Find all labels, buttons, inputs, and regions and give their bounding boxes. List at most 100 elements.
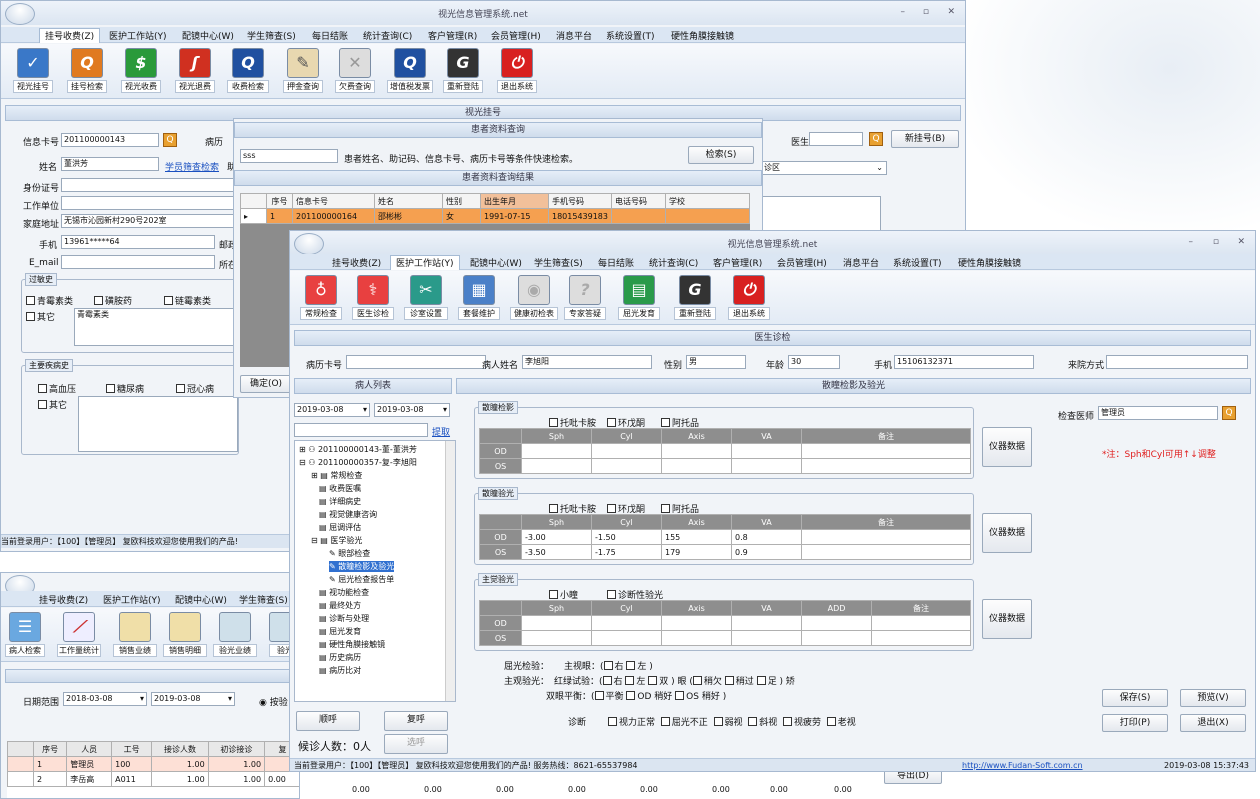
print-button[interactable]: 打印(P): [1102, 714, 1168, 732]
tree-node[interactable]: ▤ 视觉健康咨询: [319, 509, 377, 520]
col-header[interactable]: 学校: [665, 193, 750, 209]
query-search-button[interactable]: 检索(S): [688, 146, 754, 164]
os-cell[interactable]: [661, 630, 732, 646]
menu-item[interactable]: 学生筛查(S): [534, 256, 583, 269]
tool-button[interactable]: ⚕ 医生诊检: [352, 275, 394, 320]
col-header[interactable]: 人员: [66, 741, 113, 757]
tool-button[interactable]: ☰ 病人检索: [5, 612, 45, 657]
card-search-icon[interactable]: Q: [163, 133, 177, 147]
tool-button[interactable]: ⏻ 退出系统: [497, 48, 537, 93]
age-input[interactable]: 30: [788, 355, 840, 369]
disease-option[interactable]: 糖尿病: [106, 382, 144, 395]
disease-option[interactable]: 其它: [38, 398, 67, 411]
tree-node[interactable]: ▤ 屈光发育: [319, 626, 361, 637]
od-cell[interactable]: [521, 615, 592, 631]
menu-item[interactable]: 硬性角膜接触镜: [671, 29, 734, 42]
allergy-option[interactable]: 磺胺药: [94, 294, 132, 307]
table-row[interactable]: ▸ 1 201100000164 邵彬彬 女 1991-07-15 180154…: [240, 208, 750, 224]
menu-item[interactable]: 配镜中心(W): [175, 593, 227, 606]
preview-button[interactable]: 预览(V): [1180, 689, 1246, 707]
radio-option[interactable]: ◉ 按验: [259, 695, 288, 708]
os-cell[interactable]: [731, 630, 802, 646]
end-date-input[interactable]: 2019-03-08 ▾: [374, 403, 450, 417]
od-cell[interactable]: [801, 443, 971, 459]
menu-item[interactable]: 会员管理(H): [777, 256, 827, 269]
os-cell[interactable]: [521, 458, 592, 474]
exit-button[interactable]: 退出(X): [1180, 714, 1246, 732]
tool-button[interactable]: G 重新登陆: [674, 275, 716, 320]
menu-item[interactable]: 统计查询(C): [363, 29, 412, 42]
table-row[interactable]: 1 管理员 100 1.00 1.00: [7, 756, 299, 772]
tree-node[interactable]: ▤ 硬性角膜接触镜: [319, 639, 385, 650]
od-cell[interactable]: [731, 443, 802, 459]
tree-node[interactable]: ▤ 收费医嘱: [319, 483, 361, 494]
history-input[interactable]: [346, 355, 486, 369]
end-date-input[interactable]: 2019-03-08 ▾: [151, 692, 235, 706]
od-cell[interactable]: [661, 443, 732, 459]
menu-item[interactable]: 学生筛查(S): [239, 593, 288, 606]
start-date-input[interactable]: 2018-03-08 ▾: [63, 692, 147, 706]
col-header[interactable]: 序号: [32, 741, 68, 757]
od-cell[interactable]: [661, 615, 732, 631]
new-registration-button[interactable]: 新挂号(B): [891, 130, 959, 148]
close-button[interactable]: ✕: [947, 7, 955, 17]
diagnosis-options[interactable]: 视力正常 屈光不正 弱视 斜视 视疲劳 老视: [608, 715, 856, 728]
tool-button[interactable]: ✓ 视光挂号: [13, 48, 53, 93]
doctor-input[interactable]: [809, 132, 863, 146]
allergy-option[interactable]: 青霉素类: [26, 294, 73, 307]
tool-button[interactable]: G 重新登陆: [443, 48, 483, 93]
col-header[interactable]: 电话号码: [611, 193, 666, 209]
menu-item[interactable]: 系统设置(T): [893, 256, 942, 269]
call-button[interactable]: 顺呼: [296, 711, 360, 731]
maximize-button[interactable]: ▫: [923, 7, 929, 17]
examiner-search-icon[interactable]: Q: [1222, 406, 1236, 420]
os-cell[interactable]: [801, 544, 971, 560]
col-header[interactable]: 信息卡号: [292, 193, 375, 209]
tool-button[interactable]: ? 专家答疑: [564, 275, 606, 320]
tool-button[interactable]: ʃ 视光退费: [175, 48, 215, 93]
menu-item[interactable]: 挂号收费(Z): [39, 593, 88, 606]
tree-node-patient[interactable]: ⊟ ⚇ 201100000357-复-李旭阳: [299, 457, 417, 468]
maximize-button[interactable]: ▫: [1213, 237, 1219, 247]
visit-input[interactable]: [1106, 355, 1248, 369]
menu-item[interactable]: 医护工作站(Y): [109, 29, 167, 42]
disease-option[interactable]: 高血压: [38, 382, 76, 395]
menu-item[interactable]: 客户管理(R): [428, 29, 477, 42]
tool-button[interactable]: Q 挂号检索: [67, 48, 107, 93]
col-header[interactable]: 手机号码: [548, 193, 612, 209]
os-cell[interactable]: [801, 458, 971, 474]
menu-item[interactable]: 挂号收费(Z): [39, 28, 101, 43]
od-cell[interactable]: 155: [661, 529, 732, 545]
tool-button[interactable]: ⏻ 退出系统: [728, 275, 770, 320]
patient-filter-input[interactable]: [294, 423, 428, 437]
od-cell[interactable]: 0.8: [731, 529, 802, 545]
tool-button[interactable]: 销售业绩: [113, 612, 157, 657]
od-cell[interactable]: [731, 615, 802, 631]
tool-button[interactable]: ✕ 欠费查询: [335, 48, 375, 93]
table-row[interactable]: 2 李岳高 A011 1.00 1.00 0.00: [7, 771, 299, 787]
minimize-button[interactable]: –: [901, 7, 906, 17]
website-link[interactable]: http://www.Fudan-Soft.com.cn: [962, 759, 1083, 771]
doctor-search-icon[interactable]: Q: [869, 132, 883, 146]
menu-item[interactable]: 医护工作站(Y): [103, 593, 161, 606]
tree-node[interactable]: ⊟ ▤ 医学验光: [311, 535, 362, 546]
col-header[interactable]: 序号: [266, 193, 293, 209]
col-header[interactable]: 接诊人数: [151, 741, 209, 757]
menu-item[interactable]: 会员管理(H): [491, 29, 541, 42]
address-input[interactable]: 无锡市沁园新村290号202室: [61, 214, 235, 228]
od-cell[interactable]: -1.50: [591, 529, 662, 545]
menu-item[interactable]: 配镜中心(W): [182, 29, 234, 42]
tool-button[interactable]: ✎ 押金查询: [283, 48, 323, 93]
disease-option[interactable]: 冠心病: [176, 382, 214, 395]
query-ok-button[interactable]: 确定(O): [240, 375, 292, 393]
tree-node[interactable]: ⊞ ▤ 常规检查: [311, 470, 362, 481]
save-button[interactable]: 保存(S): [1102, 689, 1168, 707]
tree-node[interactable]: ✎ 眼部检查: [329, 548, 370, 559]
device-data-button[interactable]: 仪器数据: [982, 427, 1032, 467]
col-header[interactable]: 姓名: [374, 193, 443, 209]
col-header[interactable]: 性别: [442, 193, 481, 209]
os-cell[interactable]: 0.9: [731, 544, 802, 560]
minimize-button[interactable]: –: [1189, 237, 1194, 247]
os-cell[interactable]: -3.50: [521, 544, 592, 560]
tool-button[interactable]: 销售明细: [163, 612, 207, 657]
